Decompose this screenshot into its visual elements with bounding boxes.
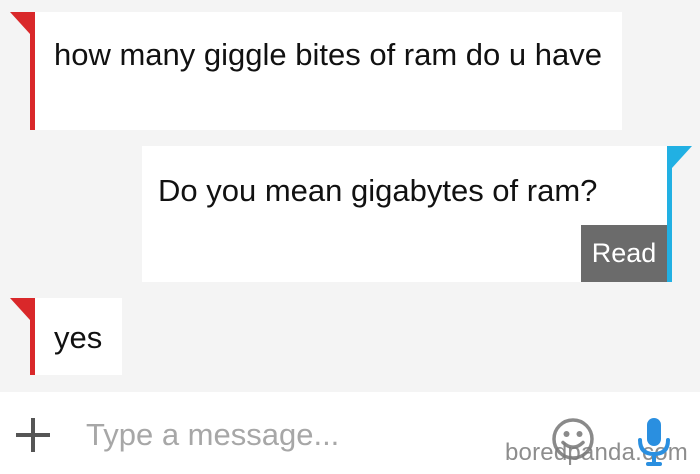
message-text: how many giggle bites of ram do u have	[54, 37, 602, 72]
incoming-tail	[10, 12, 30, 34]
incoming-message[interactable]: how many giggle bites of ram do u have	[10, 12, 622, 130]
message-input[interactable]	[86, 412, 506, 458]
outgoing-tail	[672, 146, 692, 168]
microphone-icon[interactable]	[632, 416, 676, 468]
message-text: yes	[54, 320, 103, 355]
incoming-message[interactable]: yes	[10, 298, 122, 375]
incoming-accent-bar	[30, 298, 35, 375]
read-status-badge: Read	[581, 225, 667, 282]
incoming-accent-bar	[30, 12, 35, 130]
message-text: Do you mean gigabytes of ram?	[158, 173, 598, 208]
incoming-tail	[10, 298, 30, 320]
plus-icon[interactable]	[16, 418, 50, 452]
conversation-thread: how many giggle bites of ram do u have D…	[0, 0, 700, 392]
